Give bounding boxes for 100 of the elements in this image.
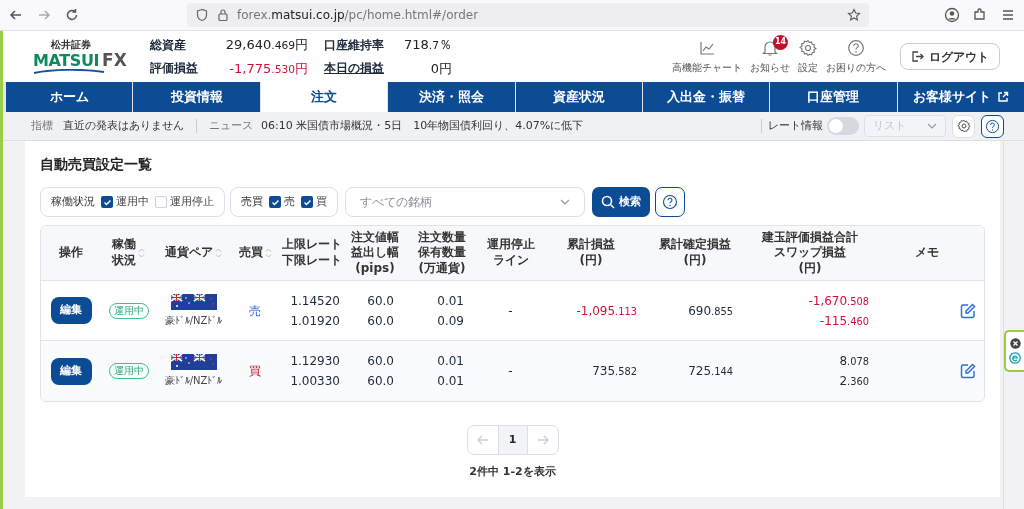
column-header: 操作	[59, 245, 83, 261]
quantity-value: 0.01	[437, 353, 464, 370]
filter-label: 稼働状況	[51, 193, 95, 210]
edit-memo-icon[interactable]	[960, 363, 976, 379]
flag-icon	[170, 293, 217, 310]
nav-tab[interactable]: 入出金・振替	[642, 82, 770, 112]
help-button[interactable]	[981, 114, 1004, 138]
nav-tab[interactable]: 決済・照会	[388, 82, 515, 112]
extensions-icon[interactable]	[972, 7, 988, 23]
lock-icon	[217, 8, 229, 22]
edit-button[interactable]: 編集	[50, 297, 92, 324]
currency-pair: 豪ﾄﾞﾙ/NZﾄﾞﾙ	[164, 374, 223, 388]
column-header: 累計確定損益 (円)	[659, 237, 731, 269]
help-icon	[985, 118, 1000, 134]
summary-value: 0円	[429, 59, 452, 78]
help-icon	[662, 194, 678, 210]
logout-icon	[911, 50, 924, 63]
rate-value: 1.01920	[290, 312, 340, 330]
news-label: ニュース	[209, 117, 253, 134]
filter-label: 売買	[241, 193, 263, 210]
tool-label[interactable]: 設定	[798, 59, 818, 75]
close-icon[interactable]	[1009, 338, 1021, 349]
checkmark-icon	[302, 197, 312, 207]
news-text[interactable]: 06:10 米国債市場概況・5日 10年物国債利回り、4.07%に低下	[261, 117, 584, 135]
logout-button[interactable]: ログアウト	[900, 43, 1000, 70]
column-header[interactable]: 通貨ペア	[165, 245, 222, 261]
rate-info-label: レート情報	[768, 117, 823, 134]
summary-label[interactable]: 本日の損益	[324, 59, 392, 78]
summary-value: -1,775.530円	[228, 59, 308, 78]
quantity-value: 0.01	[437, 373, 464, 390]
column-header: メモ	[914, 245, 939, 261]
star-icon[interactable]	[847, 8, 861, 22]
settings-icon[interactable]	[799, 38, 817, 57]
trade-side: 買	[249, 363, 261, 380]
profit-value: -1,670.508	[808, 292, 869, 310]
profit-value: -1,095.113	[576, 302, 637, 320]
logo-swoosh-icon	[33, 68, 105, 74]
stop-line-value: -	[508, 302, 513, 320]
filter-checkbox[interactable]: 売	[269, 193, 295, 211]
profit-value: -115.460	[819, 312, 869, 330]
menu-icon[interactable]	[1000, 7, 1016, 23]
column-header: 注文値幅 益出し幅 (pips)	[351, 229, 399, 277]
column-header[interactable]: 稼働 状況	[112, 237, 145, 269]
rate-toggle[interactable]	[827, 117, 859, 135]
extension-widget[interactable]	[1004, 330, 1024, 372]
nav-tab[interactable]: 口座管理	[770, 82, 897, 112]
nav-tab[interactable]: ホーム	[6, 82, 133, 112]
filter-checkbox[interactable]: 買	[301, 193, 327, 211]
symbol-select[interactable]: すべての銘柄	[345, 187, 585, 217]
arrow-icon	[476, 435, 489, 445]
column-header: 建玉評価損益合計 スワップ損益 (円)	[762, 229, 858, 277]
currency-pair: 豪ﾄﾞﾙ/NZﾄﾞﾙ	[164, 313, 223, 328]
filter-checkbox[interactable]: 運用停止	[155, 193, 214, 211]
profit-value: 735.582	[592, 363, 637, 380]
nav-tab[interactable]: 投資情報	[133, 82, 260, 112]
column-header[interactable]: 売買	[238, 245, 272, 261]
settings-button[interactable]	[952, 114, 975, 138]
external-link-icon	[996, 91, 1009, 103]
nav-tab[interactable]: 資産状況	[515, 82, 642, 112]
indicator-label: 指標	[31, 117, 53, 134]
summary-label: 総資産	[150, 36, 187, 54]
company-name: 松井証券	[51, 39, 91, 50]
shield-icon	[195, 8, 209, 22]
pips-value: 60.0	[367, 292, 394, 310]
help-icon[interactable]	[847, 38, 865, 57]
edit-button[interactable]: 編集	[50, 357, 92, 385]
tool-label[interactable]: 高機能チャート	[672, 59, 742, 75]
reload-icon[interactable]	[64, 7, 80, 23]
column-header: 上限レート 下限レート	[281, 237, 342, 269]
notification-badge: 14	[773, 34, 788, 50]
column-header: 運用停止 ライン	[486, 237, 535, 269]
nav-tab[interactable]: お客様サイト	[897, 82, 1024, 112]
filter-checkbox[interactable]: 運用中	[101, 193, 149, 211]
help-button[interactable]	[655, 187, 685, 217]
edit-memo-icon[interactable]	[960, 302, 976, 319]
address-bar[interactable]: forex.matsui.co.jp/pc/home.html#/order	[187, 3, 869, 27]
search-button[interactable]: 検索	[592, 187, 650, 217]
flag-icon	[170, 354, 217, 370]
tool-label[interactable]: お知らせ	[750, 59, 790, 75]
summary-value: 718.7％	[403, 36, 452, 54]
nav-tab[interactable]: 注文	[260, 82, 388, 112]
pips-value: 60.0	[367, 312, 394, 330]
chevron-down-icon	[927, 123, 937, 129]
tool-label[interactable]: お困りの方へ	[826, 59, 886, 75]
pips-value: 60.0	[367, 373, 394, 390]
summary-label: 口座維持率	[324, 36, 385, 54]
search-icon	[601, 195, 615, 209]
settings-icon	[956, 119, 971, 133]
trade-side: 売	[249, 302, 261, 320]
page-number[interactable]: 1	[497, 426, 528, 454]
rate-value: 1.00330	[290, 373, 340, 390]
quantity-value: 0.01	[437, 292, 464, 310]
brand-suffix: FX	[102, 51, 127, 69]
account-icon[interactable]	[944, 7, 960, 23]
stop-line-value: -	[508, 363, 513, 380]
chevron-down-icon	[560, 199, 570, 205]
column-header: 注文数量 保有数量 (万通貨)	[418, 229, 466, 277]
checkmark-icon	[270, 197, 280, 207]
profit-value: 8.078	[839, 353, 869, 370]
pips-value: 60.0	[367, 353, 394, 370]
